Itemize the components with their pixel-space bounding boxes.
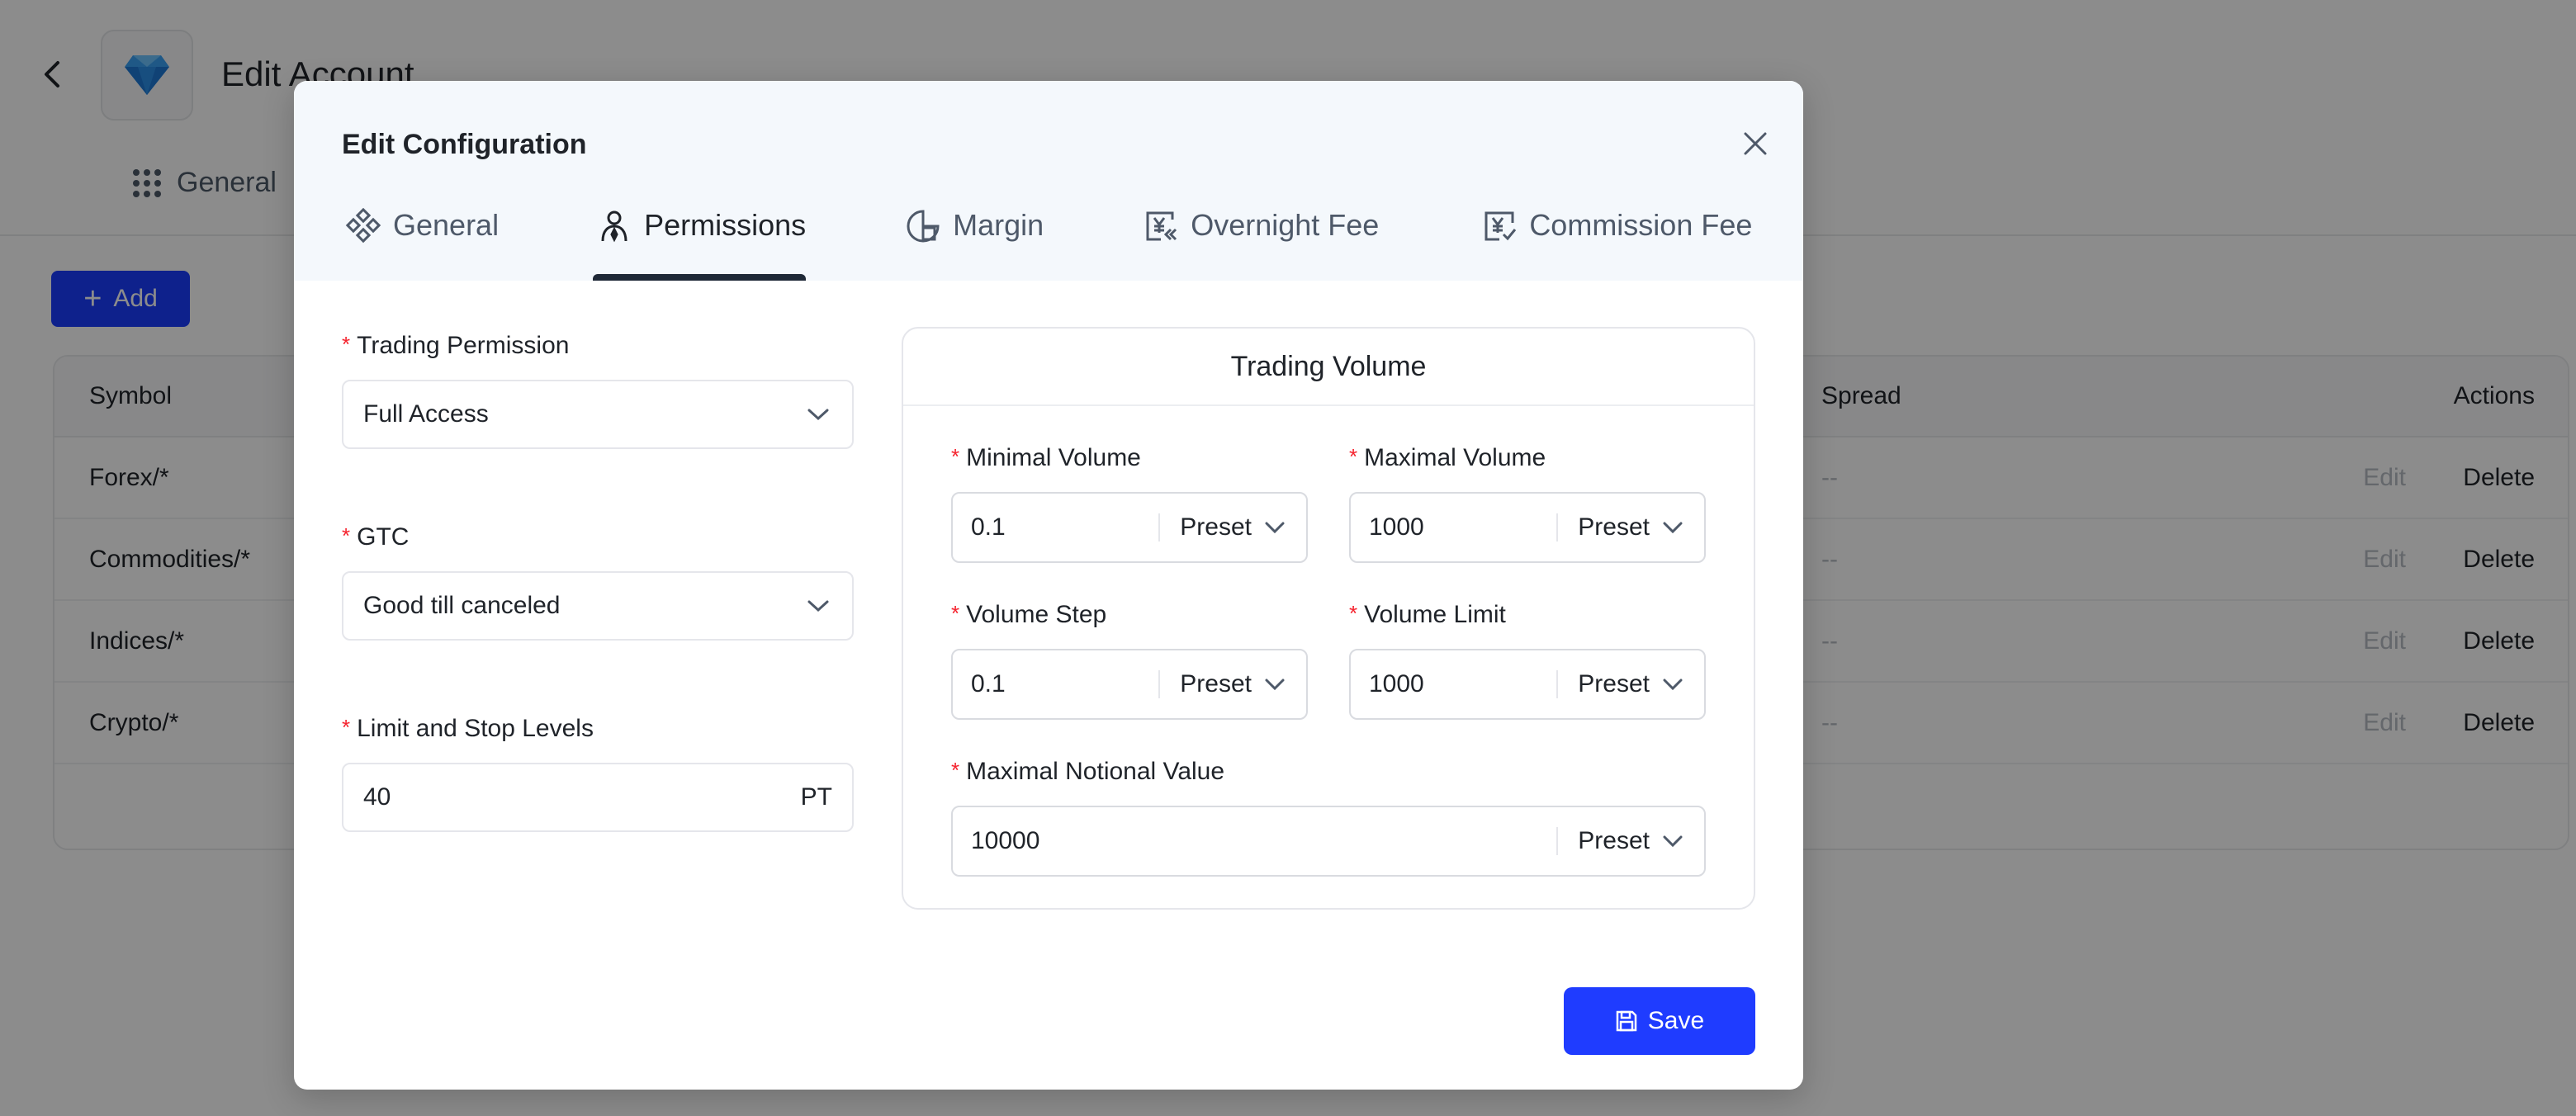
tab-overnight-fee[interactable]: Overnight Fee (1143, 205, 1379, 281)
permissions-icon (601, 210, 627, 243)
preset-dropdown[interactable]: Preset (1556, 670, 1704, 698)
save-label: Save (1647, 1007, 1705, 1034)
tab-permissions[interactable]: Permissions (593, 205, 807, 281)
tab-label: Permissions (644, 208, 807, 242)
trading-permission-label: * Trading Permission (342, 332, 570, 359)
required-asterisk: * (342, 715, 351, 740)
chevron-down-icon (1265, 522, 1285, 534)
limit-stop-input[interactable]: 40 PT (342, 763, 854, 832)
required-asterisk: * (951, 444, 960, 469)
maximal-volume-label: * Maximal Volume (1349, 444, 1546, 471)
required-asterisk: * (951, 758, 960, 783)
trading-volume-card: Trading Volume * Minimal Volume 0.1 Prese… (902, 327, 1755, 910)
required-asterisk: * (342, 332, 351, 357)
preset-dropdown[interactable]: Preset (1556, 827, 1704, 855)
maximal-notional-label: * Maximal Notional Value (951, 758, 1225, 785)
limit-stop-value: 40 (363, 783, 391, 811)
maximal-volume-input[interactable]: 1000 Preset (1349, 492, 1706, 563)
chevron-down-icon (1663, 679, 1683, 691)
chevron-down-icon (1663, 835, 1683, 848)
overnight-fee-icon (1146, 211, 1177, 241)
gtc-select[interactable]: Good till canceled (342, 571, 854, 641)
gtc-label: * GTC (342, 523, 410, 551)
maximal-notional-input[interactable]: 10000 Preset (951, 806, 1706, 877)
volume-step-label: * Volume Step (951, 601, 1107, 628)
margin-icon (907, 210, 940, 243)
preset-dropdown[interactable]: Preset (1158, 513, 1306, 541)
limit-stop-suffix: PT (800, 783, 832, 811)
tab-margin[interactable]: Margin (905, 205, 1044, 281)
minimal-volume-value: 0.1 (971, 513, 1006, 541)
volume-step-value: 0.1 (971, 670, 1006, 698)
minimal-volume-input[interactable]: 0.1 Preset (951, 492, 1308, 563)
tab-commission-fee[interactable]: Commission Fee (1481, 205, 1752, 281)
volume-limit-value: 1000 (1369, 670, 1424, 698)
save-icon (1616, 1010, 1637, 1032)
tab-label: General (393, 208, 500, 242)
minimal-volume-label: * Minimal Volume (951, 444, 1141, 471)
tab-general[interactable]: General (345, 205, 499, 281)
gtc-value: Good till canceled (363, 592, 561, 619)
edit-configuration-modal: Edit Configuration General Permissions M… (294, 81, 1803, 1090)
required-asterisk: * (1349, 601, 1358, 626)
modal-title: Edit Configuration (342, 129, 587, 160)
trading-permission-value: Full Access (363, 400, 489, 428)
save-button[interactable]: Save (1564, 987, 1755, 1055)
trading-permission-select[interactable]: Full Access (342, 380, 854, 449)
chevron-down-icon (807, 600, 829, 612)
limit-stop-label: * Limit and Stop Levels (342, 715, 594, 742)
volume-step-input[interactable]: 0.1 Preset (951, 649, 1308, 720)
config-tabs: General Permissions Margin Overnight Fee… (345, 205, 1752, 281)
chevron-down-icon (1265, 679, 1285, 691)
volume-limit-label: * Volume Limit (1349, 601, 1506, 628)
chevron-down-icon (1663, 522, 1683, 534)
required-asterisk: * (342, 523, 351, 548)
general-icon (345, 208, 381, 244)
maximal-notional-value: 10000 (971, 827, 1040, 854)
volume-limit-input[interactable]: 1000 Preset (1349, 649, 1706, 720)
tab-label: Margin (953, 208, 1044, 242)
preset-dropdown[interactable]: Preset (1556, 513, 1704, 541)
maximal-volume-value: 1000 (1369, 513, 1424, 541)
required-asterisk: * (951, 601, 960, 626)
tab-label: Overnight Fee (1191, 208, 1380, 242)
trading-volume-title: Trading Volume (903, 329, 1754, 406)
required-asterisk: * (1349, 444, 1358, 469)
tab-label: Commission Fee (1529, 208, 1753, 242)
chevron-down-icon (807, 409, 829, 421)
modal-header: Edit Configuration General Permissions M… (294, 81, 1803, 281)
preset-dropdown[interactable]: Preset (1158, 670, 1306, 698)
close-icon[interactable] (1739, 127, 1772, 160)
commission-fee-icon (1485, 211, 1517, 241)
